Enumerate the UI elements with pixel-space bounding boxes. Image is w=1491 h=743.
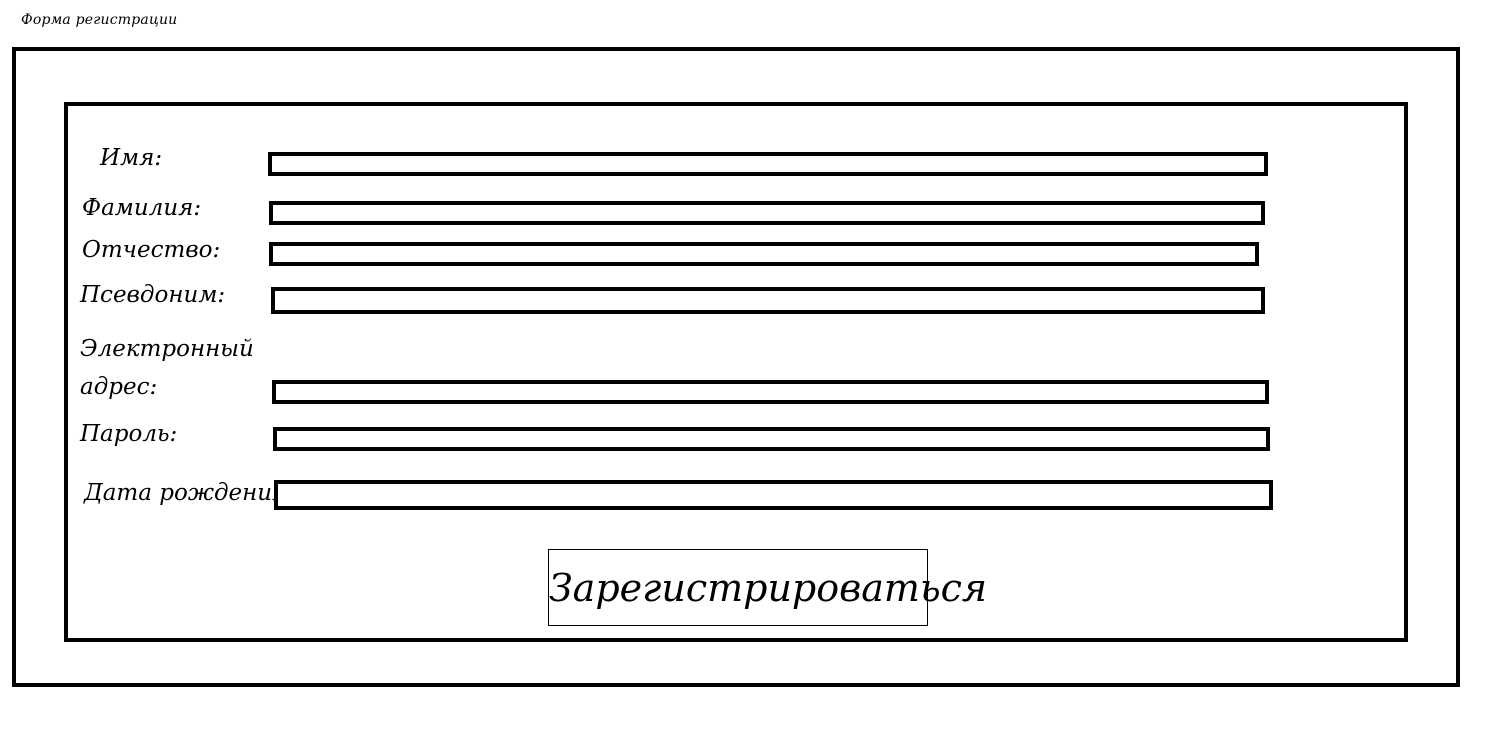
patronymic-input[interactable] bbox=[269, 242, 1259, 266]
last-name-label: Фамилия: bbox=[82, 195, 202, 221]
password-label: Пароль: bbox=[80, 421, 178, 447]
last-name-input[interactable] bbox=[269, 201, 1265, 225]
email-label-line1: Электронный bbox=[80, 336, 254, 362]
email-input[interactable] bbox=[272, 380, 1269, 404]
first-name-label: Имя: bbox=[100, 145, 163, 171]
register-button[interactable]: Зарегистрироваться bbox=[548, 549, 987, 626]
birth-date-label: Дата рождения: bbox=[84, 480, 296, 506]
page-title: Форма регистрации bbox=[21, 12, 178, 28]
nickname-label: Псевдоним: bbox=[80, 282, 226, 308]
password-input[interactable] bbox=[273, 427, 1270, 451]
email-label-line2: адрес: bbox=[80, 374, 158, 400]
nickname-input[interactable] bbox=[271, 287, 1265, 314]
first-name-input[interactable] bbox=[268, 152, 1268, 176]
birth-date-input[interactable] bbox=[274, 480, 1273, 510]
patronymic-label: Отчество: bbox=[82, 237, 221, 263]
